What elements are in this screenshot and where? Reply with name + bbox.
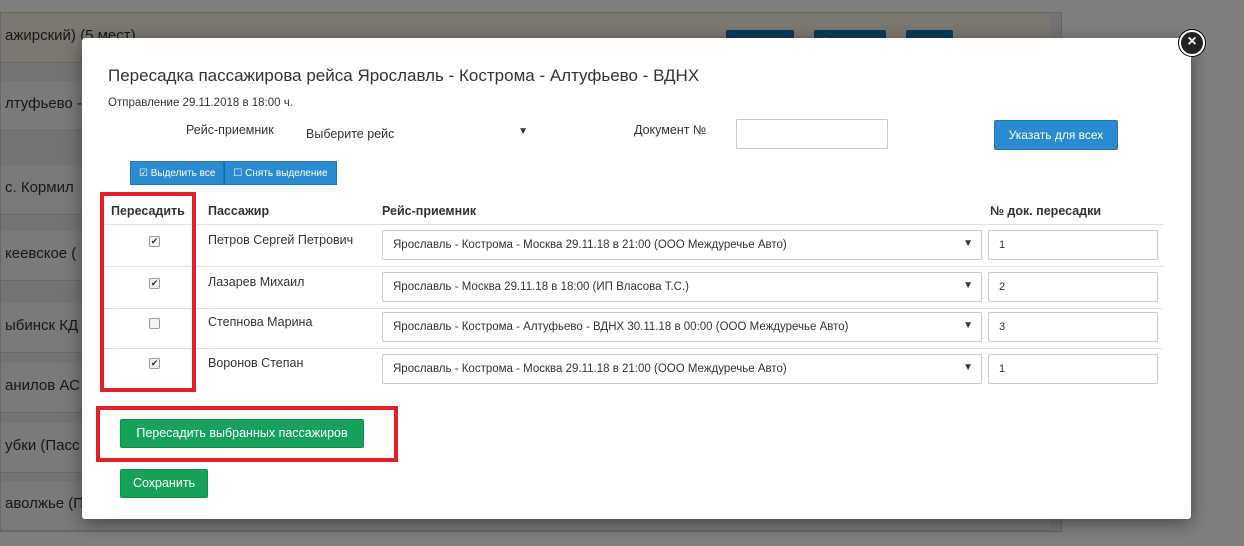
transfer-document-input[interactable] (988, 230, 1158, 260)
document-number-input[interactable] (736, 119, 888, 149)
row-receiver-trip-value: Ярославль - Кострома - Москва 29.11.18 в… (393, 363, 787, 375)
row-receiver-trip-value: Ярославль - Москва 29.11.18 в 18:00 (ИП … (393, 281, 690, 293)
column-header-receiver-trip: Рейс-приемник (382, 204, 477, 218)
save-button[interactable]: Сохранить (120, 469, 208, 498)
transfer-document-input[interactable] (988, 354, 1158, 384)
column-header-document-number: № док. пересадки (990, 204, 1102, 218)
selection-button-group: ☑ Выделить все ☐ Снять выделение (130, 161, 337, 185)
select-all-button[interactable]: ☑ Выделить все (130, 161, 225, 185)
highlight-transfer-column (100, 192, 196, 392)
row-receiver-trip-value: Ярославль - Кострома - Алтуфьево - ВДНХ … (393, 321, 849, 333)
transfer-selected-passengers-button[interactable]: Пересадить выбранных пассажиров (120, 419, 364, 448)
chevron-down-icon: ▼ (963, 238, 973, 249)
passenger-name: Воронов Степан (208, 356, 304, 370)
departure-info: Отправление 29.11.2018 в 18:00 ч. (108, 97, 293, 109)
receiver-trip-select[interactable]: Выберите рейс ▼ (306, 119, 536, 149)
row-receiver-trip-value: Ярославль - Кострома - Москва 29.11.18 в… (393, 239, 787, 251)
row-receiver-trip-select[interactable]: Ярославль - Кострома - Москва 29.11.18 в… (382, 354, 982, 384)
apply-to-all-button[interactable]: Указать для всех (994, 120, 1118, 150)
row-receiver-trip-select[interactable]: Ярославль - Москва 29.11.18 в 18:00 (ИП … (382, 272, 982, 302)
table-divider (102, 308, 1164, 309)
close-icon[interactable]: × (1179, 30, 1205, 56)
chevron-down-icon: ▼ (963, 280, 973, 291)
chevron-down-icon: ▼ (963, 362, 973, 373)
chevron-down-icon: ▼ (963, 320, 973, 331)
passenger-name: Степнова Марина (208, 315, 313, 329)
row-receiver-trip-select[interactable]: Ярославль - Кострома - Москва 29.11.18 в… (382, 230, 982, 260)
passenger-name: Лазарев Михаил (208, 275, 305, 289)
transfer-passengers-modal: Пересадка пассажирова рейса Ярославль - … (82, 38, 1191, 519)
modal-title: Пересадка пассажирова рейса Ярославль - … (108, 66, 700, 85)
chevron-down-icon: ▼ (518, 126, 528, 137)
receiver-trip-label: Рейс-приемник (186, 123, 274, 137)
document-number-label: Документ № (634, 123, 707, 137)
transfer-document-input[interactable] (988, 272, 1158, 302)
transfer-document-input[interactable] (988, 312, 1158, 342)
table-divider (102, 348, 1164, 349)
table-divider (102, 224, 1164, 225)
deselect-all-button[interactable]: ☐ Снять выделение (224, 161, 337, 185)
passenger-name: Петров Сергей Петрович (208, 233, 354, 247)
receiver-trip-select-value: Выберите рейс (306, 127, 395, 141)
row-receiver-trip-select[interactable]: Ярославль - Кострома - Алтуфьево - ВДНХ … (382, 312, 982, 342)
column-header-passenger: Пассажир (208, 204, 270, 218)
table-divider (102, 266, 1164, 267)
